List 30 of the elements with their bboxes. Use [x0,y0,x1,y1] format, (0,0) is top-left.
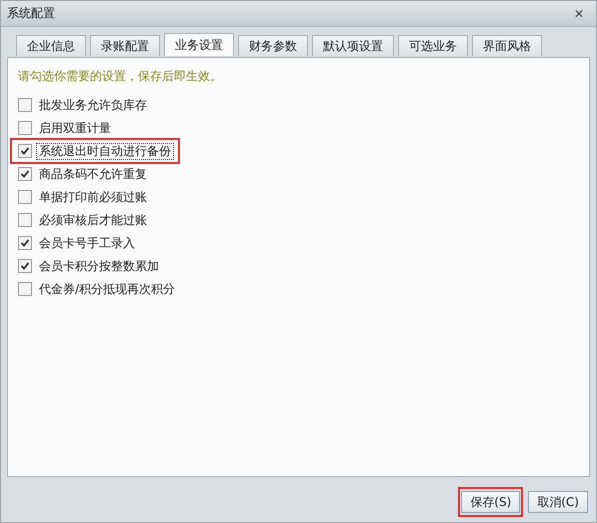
checkbox[interactable] [18,259,32,273]
hint-text: 请勾选你需要的设置，保存后即生效。 [18,68,223,85]
option-label[interactable]: 批发业务允许负库存 [36,96,150,114]
option-label[interactable]: 商品条码不允许重复 [36,166,150,182]
close-button[interactable]: ✕ [572,6,586,20]
option-label[interactable]: 启用双重计量 [36,120,114,136]
option-label[interactable]: 系统退出时自动进行备份 [36,142,174,160]
tab[interactable]: 企业信息 [16,35,86,56]
option-label[interactable]: 单据打印前必须过账 [36,188,150,206]
checkbox[interactable] [18,213,32,227]
tab[interactable]: 默认项设置 [312,35,394,56]
tab[interactable]: 录账配置 [90,35,160,56]
dialog-button[interactable]: 保存(S) [461,491,520,513]
tab[interactable]: 可选业务 [398,35,468,56]
option-label[interactable]: 会员卡号手工录入 [36,234,138,252]
tab[interactable]: 业务设置 [164,33,234,56]
checkbox[interactable] [18,190,32,204]
checkbox[interactable] [18,121,32,135]
checkbox[interactable] [18,282,32,296]
checkbox[interactable] [18,167,32,181]
tab[interactable]: 财务参数 [238,35,308,56]
tab[interactable]: 界面风格 [472,35,542,56]
option-label[interactable]: 必须审核后才能过账 [36,212,150,228]
window-title: 系统配置 [7,5,55,22]
option-label[interactable]: 代金券/积分抵现再次积分 [36,280,178,298]
dialog-button[interactable]: 取消(C) [528,491,588,513]
checkbox[interactable] [18,236,32,250]
checkbox[interactable] [18,144,32,158]
checkbox[interactable] [18,98,32,112]
option-label[interactable]: 会员卡积分按整数累加 [36,258,162,274]
